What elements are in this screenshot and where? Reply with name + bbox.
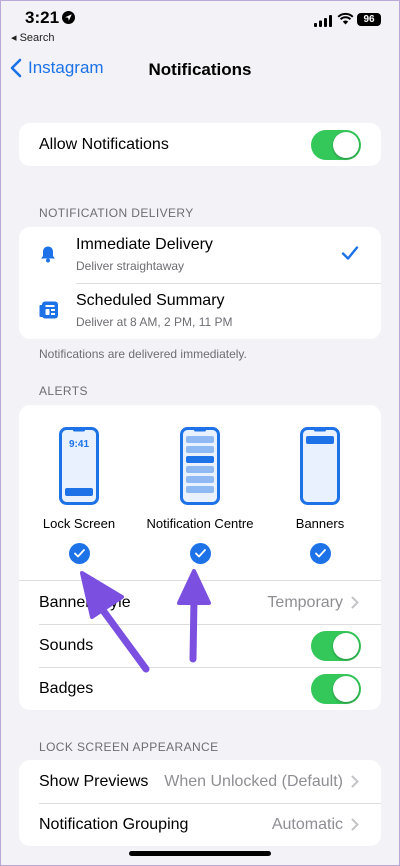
sounds-label: Sounds <box>39 636 94 654</box>
alert-option-banners[interactable]: Banners <box>260 427 380 564</box>
allow-notifications-row: Allow Notifications <box>19 123 381 166</box>
lock-screen-label: Lock Screen <box>42 516 116 531</box>
notification-grouping-row[interactable]: Notification Grouping Automatic <box>19 803 381 846</box>
alert-option-notification-centre[interactable]: Notification Centre <box>140 427 260 564</box>
bell-icon <box>39 245 57 268</box>
scheduled-summary-subtitle: Deliver at 8 AM, 2 PM, 11 PM <box>76 315 233 329</box>
delivery-section-header: NOTIFICATION DELIVERY <box>39 206 194 220</box>
sounds-toggle[interactable] <box>311 630 361 661</box>
location-icon <box>62 11 75 29</box>
banner-style-value: Temporary <box>267 594 359 612</box>
alert-option-lock-screen[interactable]: 9:41 Lock Screen <box>19 427 139 564</box>
wifi-icon <box>337 12 354 30</box>
chevron-right-icon <box>351 775 359 788</box>
banner-style-row[interactable]: Banner Style Temporary <box>19 580 381 624</box>
badges-toggle[interactable] <box>311 673 361 704</box>
sounds-row: Sounds <box>19 624 381 667</box>
allow-notifications-toggle[interactable] <box>311 129 361 160</box>
delivery-group: Immediate Delivery Deliver straightaway … <box>19 227 381 339</box>
alerts-section-header: ALERTS <box>39 384 88 398</box>
lock-screen-section-header: LOCK SCREEN APPEARANCE <box>39 740 219 754</box>
svg-text:9:41: 9:41 <box>69 439 89 450</box>
banners-checkmark-icon <box>309 543 331 564</box>
allow-notifications-group: Allow Notifications <box>19 123 381 166</box>
badges-label: Badges <box>39 679 94 697</box>
immediate-delivery-subtitle: Deliver straightaway <box>76 259 185 273</box>
scheduled-summary-title: Scheduled Summary <box>76 292 225 309</box>
lock-screen-checkmark-icon <box>68 543 90 564</box>
checkmark-icon <box>341 245 359 266</box>
lock-screen-group: Show Previews When Unlocked (Default) No… <box>19 760 381 846</box>
banner-style-label: Banner Style <box>39 593 131 611</box>
badges-row: Badges <box>19 667 381 710</box>
lock-screen-phone-icon: 9:41 <box>59 427 99 505</box>
navigation-bar: Instagram Notifications <box>0 52 400 86</box>
status-time: 3:21 <box>25 8 60 27</box>
battery-icon: 96 <box>357 13 381 26</box>
delivery-footer: Notifications are delivered immediately. <box>39 347 247 361</box>
signal-icon <box>314 14 332 32</box>
back-to-app-link[interactable]: ◂ Search <box>11 31 54 44</box>
immediate-delivery-title: Immediate Delivery <box>76 236 213 253</box>
chevron-right-icon <box>351 596 359 609</box>
banners-phone-icon <box>300 427 340 505</box>
scheduled-summary-option[interactable]: Scheduled Summary Deliver at 8 AM, 2 PM,… <box>19 283 381 339</box>
notification-grouping-value: Automatic <box>272 816 359 834</box>
show-previews-row[interactable]: Show Previews When Unlocked (Default) <box>19 760 381 803</box>
show-previews-value: When Unlocked (Default) <box>164 773 359 791</box>
show-previews-label: Show Previews <box>39 772 149 790</box>
alerts-group: 9:41 Lock Screen Notification Centre Ban… <box>19 405 381 710</box>
status-bar: 3:21 ◂ Search 96 <box>0 0 400 50</box>
notification-centre-checkmark-icon <box>189 543 211 564</box>
banners-label: Banners <box>295 516 345 531</box>
immediate-delivery-option[interactable]: Immediate Delivery Deliver straightaway <box>19 227 381 283</box>
page-title: Notifications <box>148 60 252 79</box>
allow-notifications-label: Allow Notifications <box>39 135 169 153</box>
notification-grouping-label: Notification Grouping <box>39 815 189 833</box>
notification-centre-label: Notification Centre <box>146 516 254 531</box>
summary-list-icon <box>39 301 59 324</box>
chevron-right-icon <box>351 818 359 831</box>
home-indicator[interactable] <box>129 851 271 856</box>
alert-styles: 9:41 Lock Screen Notification Centre Ban… <box>19 405 381 580</box>
notification-centre-phone-icon <box>180 427 220 505</box>
